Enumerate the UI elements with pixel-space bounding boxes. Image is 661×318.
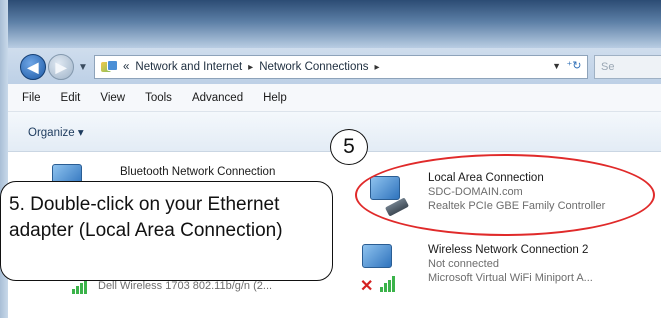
menu-file[interactable]: File <box>22 92 41 104</box>
menu-view[interactable]: View <box>100 92 125 104</box>
wireless-connection-2-status: Not connected <box>428 258 499 270</box>
organize-button[interactable]: Organize ▾ <box>28 125 84 139</box>
instruction-callout: 5. Double-click on your Ethernet adapter… <box>0 181 333 281</box>
address-bar-region: ◀ ▶ ▼ « Network and Internet ▸ Network C… <box>8 48 661 84</box>
bluetooth-connection-name: Bluetooth Network Connection <box>120 166 276 178</box>
search-input[interactable]: Se <box>594 55 661 79</box>
disconnected-x-icon: ✕ <box>360 278 374 295</box>
refresh-icon[interactable]: ⁺↻ <box>565 59 583 75</box>
signal-bars-icon <box>380 276 395 292</box>
forward-arrow-icon[interactable]: ▶ <box>48 54 74 80</box>
bluetooth-connection-item[interactable]: Bluetooth Network Connection <box>120 166 275 178</box>
breadcrumb-separator-icon[interactable]: ▸ <box>248 62 253 73</box>
menu-bar: File Edit View Tools Advanced Help <box>8 84 661 112</box>
monitor-icon <box>362 244 392 268</box>
menu-advanced[interactable]: Advanced <box>192 92 243 104</box>
highlight-ellipse <box>355 154 655 236</box>
network-folder-icon <box>101 60 118 74</box>
recent-pages-chevron-icon[interactable]: ▼ <box>78 62 88 73</box>
step-number-badge: 5 <box>330 129 368 165</box>
wireless-adapter-item[interactable]: Dell Wireless 1703 802.11b/g/n (2... <box>98 280 272 292</box>
breadcrumb-network-connections[interactable]: Network Connections <box>259 61 368 73</box>
breadcrumb-separator-icon[interactable]: ▸ <box>375 62 380 73</box>
address-field[interactable]: « Network and Internet ▸ Network Connect… <box>94 55 588 79</box>
wireless-connection-2-adapter: Microsoft Virtual WiFi Miniport A... <box>428 272 593 284</box>
wireless-connection-2-item[interactable]: Wireless Network Connection 2 Not connec… <box>428 244 593 284</box>
menu-tools[interactable]: Tools <box>145 92 172 104</box>
back-arrow-icon[interactable]: ◀ <box>20 54 46 80</box>
title-bar <box>0 0 661 48</box>
wireless-adapter-description: Dell Wireless 1703 802.11b/g/n (2... <box>98 280 273 292</box>
breadcrumb-network-and-internet[interactable]: Network and Internet <box>135 61 242 73</box>
wireless-connection-2-name: Wireless Network Connection 2 <box>428 244 589 256</box>
menu-help[interactable]: Help <box>263 92 287 104</box>
address-dropdown-icon[interactable]: ▼ <box>552 61 561 71</box>
signal-bars-icon <box>72 280 87 294</box>
menu-edit[interactable]: Edit <box>61 92 81 104</box>
crumb-prefix[interactable]: « <box>123 61 129 73</box>
